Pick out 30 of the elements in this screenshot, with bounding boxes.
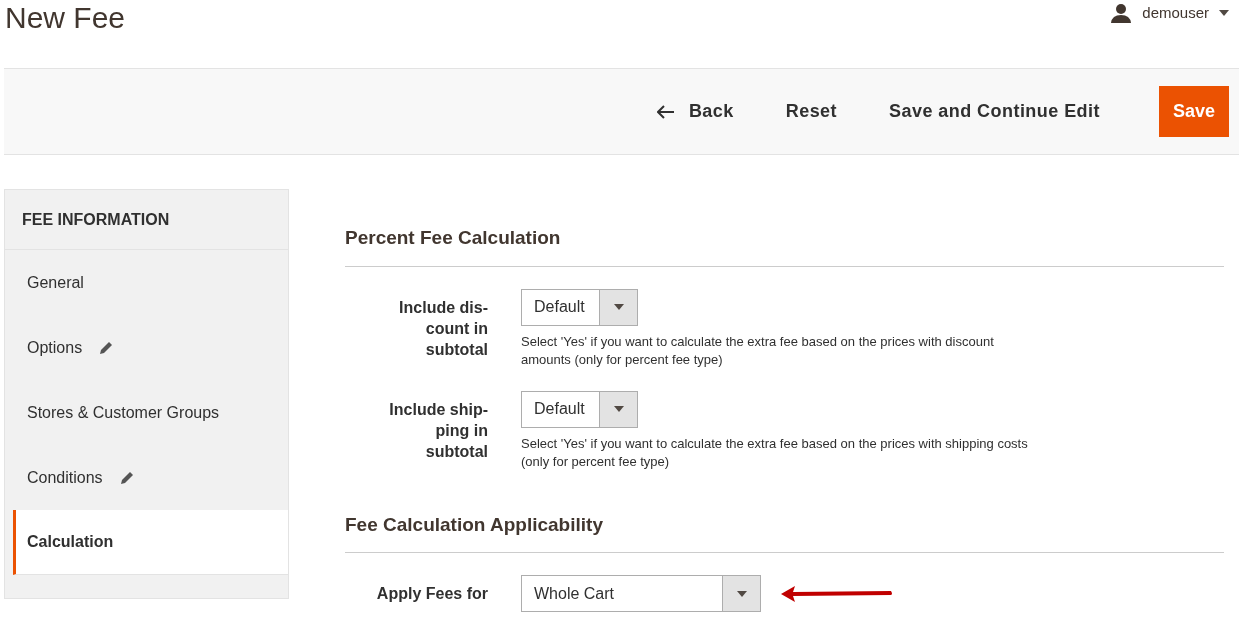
field-note: Select 'Yes' if you want to calculate the extra fee based on the prices with shipping costs (only for percent fee type) [521,434,1029,471]
caret-icon [613,406,624,412]
sidebar-item[interactable]: General [5,250,288,315]
section-title: Percent Fee Calculation [345,224,1224,267]
section-title: Fee Calculation Applicability [345,510,1224,553]
field-label: Apply Fees for [375,584,489,604]
page-title: New Fee [4,0,126,36]
select-dropdown[interactable]: Whole Cart [521,575,761,612]
field-label: Include dis- count in subtotal [398,297,489,360]
sidebar-item[interactable]: Conditions [5,445,288,510]
sidebar-item[interactable]: Options [5,315,288,380]
action-button[interactable]: Reset [785,98,837,125]
pencil-icon [118,469,135,486]
user-icon [1110,3,1133,24]
action-button[interactable]: Save and Continue Edit [889,98,1100,125]
caret-icon [613,304,624,310]
back-button[interactable]: Back [656,98,734,125]
arrow-left-icon [656,104,675,119]
field-note: Select 'Yes' if you want to calculate the extra fee based on the prices with discount amounts (only for percent fee type) [521,332,995,369]
save-button[interactable]: Save [1158,86,1229,137]
sidebar-item[interactable]: Stores & Customer Groups [5,380,288,445]
caret-icon [736,590,747,597]
caret-icon [1219,10,1229,17]
user-menu[interactable]: demouser [1110,2,1229,25]
field-label: Include ship- ping in subtotal [388,399,489,462]
select-dropdown[interactable]: Default [521,288,638,326]
sidebar-title: FEE INFORMATION [5,190,288,250]
select-dropdown[interactable]: Default [521,390,638,428]
sidebar-item[interactable]: Calculation [13,510,288,575]
pencil-icon [98,339,115,356]
